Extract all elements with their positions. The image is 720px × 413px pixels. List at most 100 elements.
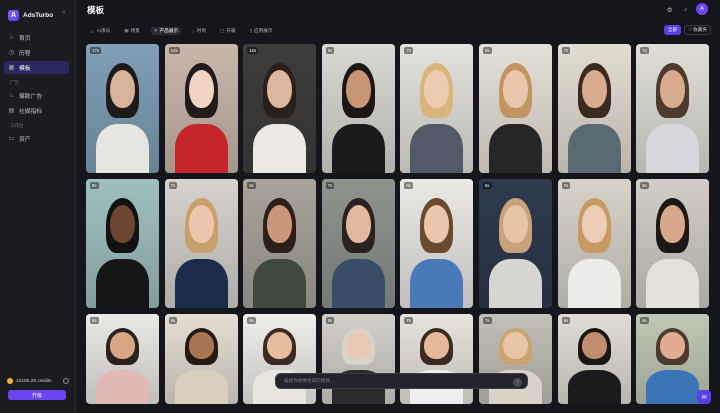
template-card[interactable]: 6s [321,44,395,173]
person-face [424,332,450,359]
sidebar-item-label: 资产 [19,137,31,143]
template-card[interactable]: 6s [243,314,317,404]
favorites-button[interactable]: ♡ 收藏夹 [684,25,711,35]
home-icon: ⌂ [9,34,14,41]
brand[interactable]: A AdsTurbo [8,8,70,22]
sidebar-item-viral-ads[interactable]: ♨ 爆款广告 [4,89,69,102]
prompt-input[interactable]: 描述你想要生成的视频... [284,378,334,384]
category-tabs: ☺ AI演员 ▣ 场景 ✦ 产品展示 ◌ 时尚 ▢ 开箱 ▯ 应用展示 [87,26,275,36]
template-card[interactable]: 8s [636,179,710,308]
person-torso [488,123,542,173]
tab-product-showcase[interactable]: ✦ 产品展示 [150,27,182,35]
tab-label: AI演员 [96,28,111,33]
tab-label: 时尚 [196,28,206,33]
sidebar-item-social-metrics[interactable]: ▤ 社媒指标 [4,104,69,117]
person-torso [567,258,621,308]
chart-icon: ▤ [8,108,15,114]
sidebar-item-label: 历程 [19,51,31,57]
credits-display: 12100.25 credits i [7,378,69,384]
duration-badge: 8s [640,182,649,189]
template-card[interactable]: 6s [557,314,631,404]
bell-icon[interactable]: ♪ [681,5,690,14]
section-workspace-heading: 工作台 [10,123,24,128]
template-grid: 17s 12s 16s 6s 7s 6s 7s 7s 8s 7s 8s 7s 8s 8s 7s 8s 9s 9s 6… [86,44,712,404]
template-card[interactable]: 6s [478,44,552,173]
tab-ai-actors[interactable]: ☺ AI演员 [87,27,113,35]
template-card[interactable]: 7s [400,314,474,404]
template-card[interactable]: 17s [86,44,159,173]
tab-scenes[interactable]: ▣ 场景 [121,27,143,35]
template-card[interactable]: 6s [321,314,395,404]
history-icon: ◷ [8,50,15,56]
sidebar-item-home[interactable]: ⌂ 首页 [4,31,69,44]
template-card[interactable]: 7s [321,179,395,308]
person-torso [567,369,621,404]
collapse-sidebar-icon[interactable]: « [62,10,65,16]
template-card[interactable]: 7s [557,44,631,173]
duration-badge: 7s [168,182,178,189]
template-card[interactable]: 8s [400,179,474,308]
sidebar: A AdsTurbo « ⌂ 首页 ◷ 历程 ▦ 模板 广告 ♨ 爆款广告 ▤ … [0,0,76,413]
duration-badge: 9s [168,317,178,324]
person-face [345,204,371,244]
send-icon[interactable]: ↑ [513,377,522,387]
person-face [345,69,371,109]
duration-badge: 7s [640,47,649,54]
template-card[interactable]: 8s [478,179,552,308]
sidebar-item-label: 社媒指标 [19,109,43,115]
template-card[interactable]: 9s [86,314,159,404]
all-button[interactable]: 全部 [664,25,681,35]
sidebar-item-label: 爆款广告 [19,94,43,100]
info-icon[interactable]: i [63,378,69,384]
template-card[interactable]: 7s [400,44,474,173]
sidebar-item-templates[interactable]: ▦ 模板 [4,61,69,74]
duration-badge: 8s [482,182,492,189]
duration-badge: 8s [247,182,256,189]
duration-badge: 8s [90,182,99,189]
duration-badge: 8s [404,182,413,189]
prompt-bar[interactable]: 描述你想要生成的视频... ↑ [275,373,528,389]
person-torso [646,369,700,404]
person-face [660,204,686,244]
person-torso [174,369,228,404]
main-nav: ⌂ 首页 ◷ 历程 ▦ 模板 广告 ♨ 爆款广告 ▤ 社媒指标 工作台 ▭ 资产 [4,31,69,147]
duration-badge: 7s [561,47,571,54]
duration-badge: 9s [90,317,99,324]
template-card[interactable]: 7s [636,44,710,173]
person-torso [174,258,228,308]
duration-badge: 6s [325,317,335,324]
duration-badge: 7s [325,182,335,189]
template-card[interactable]: 7s [164,179,238,308]
actor-icon: ☺ [90,28,95,34]
person-face [267,69,293,109]
duration-badge: 17s [90,47,101,54]
duration-badge: 7s [561,182,571,189]
template-card[interactable]: 8s [243,179,317,308]
avatar[interactable]: A [696,3,708,15]
tab-app-showcase[interactable]: ▯ 应用展示 [247,27,276,35]
tab-unboxing[interactable]: ▢ 开箱 [217,27,239,35]
tab-fashion[interactable]: ◌ 时尚 [189,27,209,35]
template-card[interactable]: 7s [478,314,552,404]
person-torso [410,258,464,308]
template-card[interactable]: 16s [243,44,317,173]
template-card[interactable]: 12s [164,44,238,173]
box-icon: ▢ [219,28,225,33]
sidebar-item-assets[interactable]: ▭ 资产 [4,132,69,145]
person-torso [253,258,307,308]
fire-icon: ♨ [8,93,15,99]
credits-label: 12100.25 credits [16,378,52,384]
template-card[interactable]: 7s [557,179,631,308]
template-card[interactable]: 9s [164,314,238,404]
person-face [267,332,293,359]
person-torso [96,369,149,404]
sidebar-item-history[interactable]: ◷ 历程 [4,46,69,59]
settings-icon[interactable]: ⚙ [665,5,674,14]
chat-support-icon[interactable]: ✉ [697,390,711,404]
upgrade-button[interactable]: 升级 [8,390,66,400]
template-card[interactable]: 8s [86,179,159,308]
person-torso [646,123,700,173]
person-face [424,204,450,244]
duration-badge: 6s [561,317,571,324]
folder-icon: ▭ [8,136,15,142]
